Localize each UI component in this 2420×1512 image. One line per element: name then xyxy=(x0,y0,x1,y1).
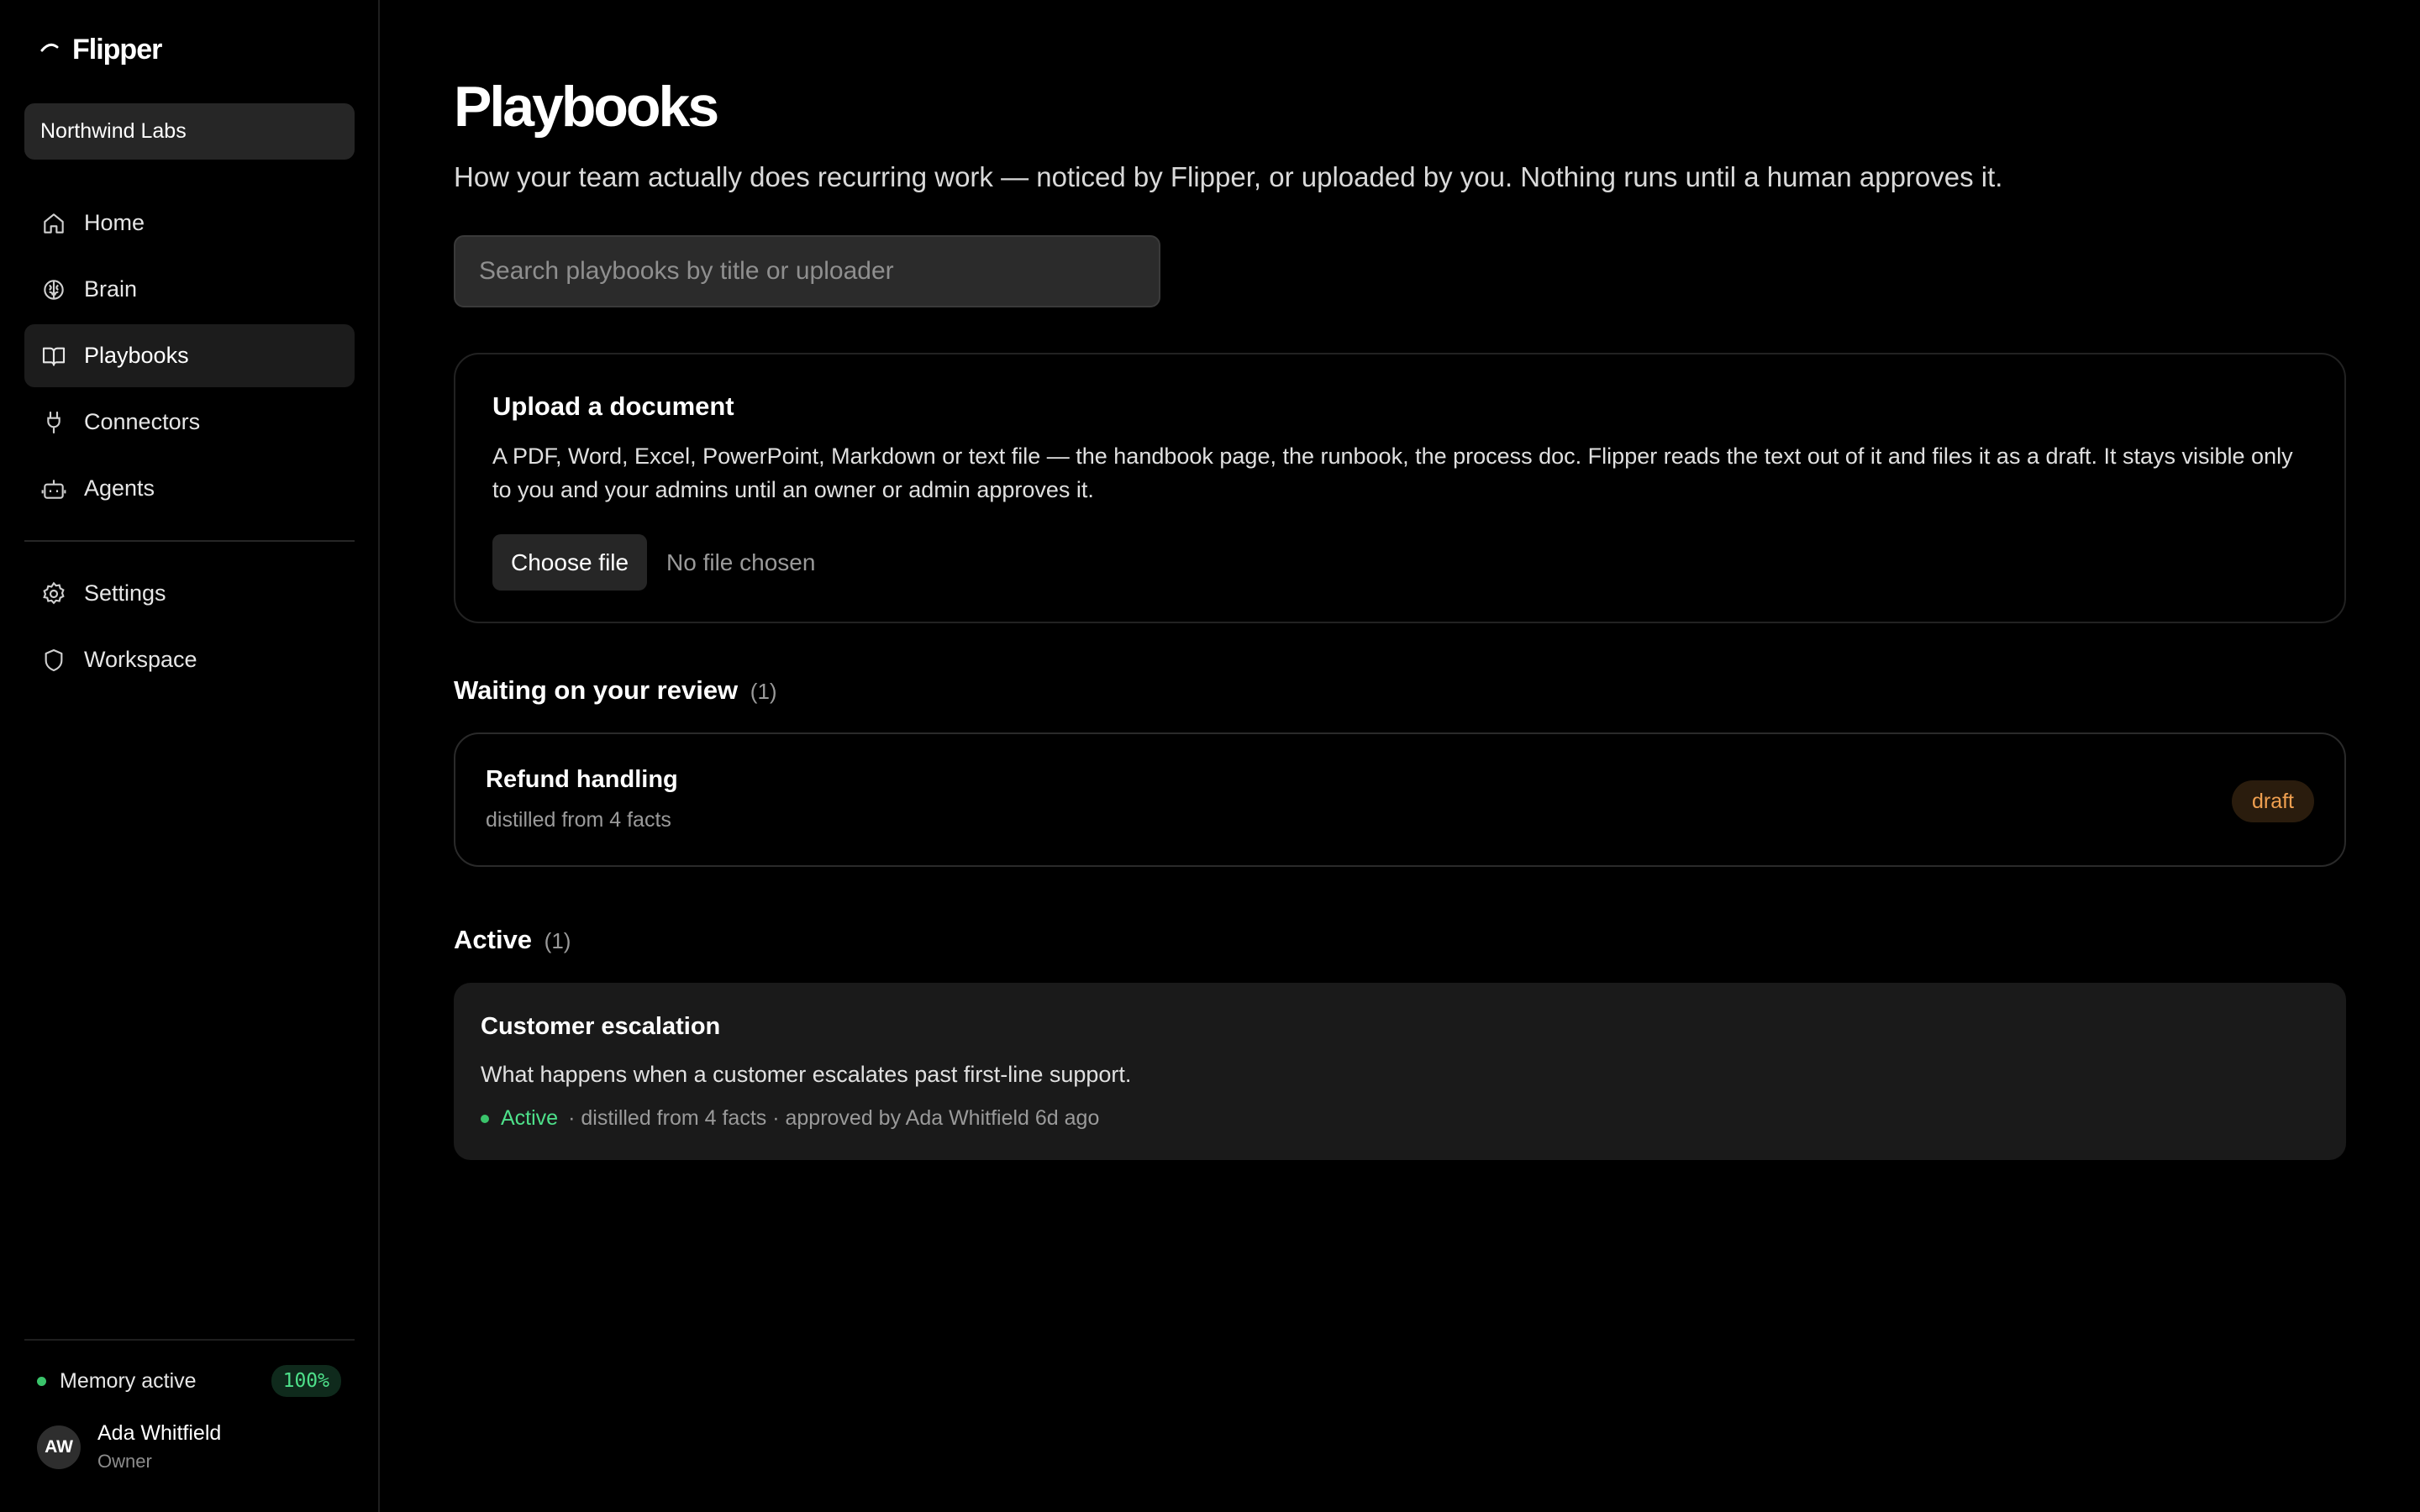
sidebar-item-connectors[interactable]: Connectors xyxy=(24,391,355,454)
sidebar-item-label: Home xyxy=(84,210,145,235)
sidebar-item-label: Workspace xyxy=(84,647,197,672)
status-dot xyxy=(481,1114,489,1123)
avatar: AW xyxy=(37,1425,81,1469)
playbook-description: What happens when a customer escalates p… xyxy=(481,1062,1132,1087)
gear-icon xyxy=(40,580,67,607)
sidebar-item-workspace[interactable]: Workspace xyxy=(24,628,355,691)
sidebar-item-label: Playbooks xyxy=(84,343,189,368)
sidebar-footer-divider xyxy=(24,1339,355,1341)
sidebar-item-agents[interactable]: Agents xyxy=(24,457,355,520)
nav-divider xyxy=(24,540,355,542)
playbook-title: Customer escalation xyxy=(481,1013,721,1040)
flipper-logo-icon xyxy=(40,43,59,51)
upload-title: Upload a document xyxy=(492,391,734,421)
sidebar-item-label: Agents xyxy=(84,475,155,501)
active-section-heading: Active (1) xyxy=(454,925,571,955)
playbook-meta: distilled from 4 facts xyxy=(486,808,671,832)
memory-percent-badge: 100% xyxy=(271,1365,341,1397)
user-name: Ada Whitfield xyxy=(97,1421,222,1445)
app-name: Flipper xyxy=(72,34,162,66)
list-item-active[interactable]: Customer escalation What happens when a … xyxy=(454,983,2346,1160)
sidebar-item-settings[interactable]: Settings xyxy=(24,562,355,625)
sidebar-item-brain[interactable]: Brain xyxy=(24,258,355,321)
review-section-heading: Waiting on your review (1) xyxy=(454,675,777,706)
main-nav: Home Brain Playbooks Connectors Agents S… xyxy=(24,192,355,695)
user-profile[interactable]: AW Ada Whitfield Owner xyxy=(37,1421,221,1473)
active-heading-text: Active xyxy=(454,925,533,954)
choose-file-button[interactable]: Choose file xyxy=(492,534,648,591)
sidebar-item-label: Brain xyxy=(84,276,138,302)
user-role: Owner xyxy=(97,1451,152,1472)
shield-icon xyxy=(40,647,67,674)
page-subtitle: How your team actually does recurring wo… xyxy=(454,161,2003,192)
robot-icon xyxy=(40,475,67,502)
review-heading-text: Waiting on your review xyxy=(454,675,739,705)
playbook-meta: · distilled from 4 facts · approved by A… xyxy=(568,1106,1100,1130)
active-count: (1) xyxy=(544,928,571,953)
memory-status-dot xyxy=(37,1376,46,1386)
upload-description: A PDF, Word, Excel, PowerPoint, Markdown… xyxy=(492,444,2293,502)
workspace-switcher[interactable]: Northwind Labs xyxy=(24,103,355,160)
upload-card: Upload a document A PDF, Word, Excel, Po… xyxy=(454,353,2346,623)
file-status: No file chosen xyxy=(666,549,816,575)
page-title: Playbooks xyxy=(454,75,719,139)
home-icon xyxy=(40,210,67,237)
sidebar: Flipper Northwind Labs Home Brain Playbo… xyxy=(0,0,380,1512)
sidebar-item-playbooks[interactable]: Playbooks xyxy=(24,324,355,387)
memory-status: Memory active 100% xyxy=(37,1363,341,1399)
plug-icon xyxy=(40,409,67,436)
book-icon xyxy=(40,343,67,370)
memory-label: Memory active xyxy=(60,1368,197,1393)
playbook-title: Refund handling xyxy=(486,766,678,793)
sidebar-item-label: Connectors xyxy=(84,409,201,434)
status-badge: draft xyxy=(2231,780,2314,822)
user-info: Ada Whitfield Owner xyxy=(97,1421,221,1473)
playbook-meta-row: Active · distilled from 4 facts · approv… xyxy=(481,1106,1099,1131)
list-item-review[interactable]: Refund handling distilled from 4 facts d… xyxy=(454,732,2346,867)
brand[interactable]: Flipper xyxy=(39,34,162,66)
sidebar-item-label: Settings xyxy=(84,580,166,606)
brain-icon xyxy=(40,276,67,303)
status-label: Active xyxy=(501,1106,559,1130)
sidebar-item-home[interactable]: Home xyxy=(24,192,355,255)
search-input[interactable] xyxy=(454,235,1160,307)
review-count: (1) xyxy=(750,679,777,704)
